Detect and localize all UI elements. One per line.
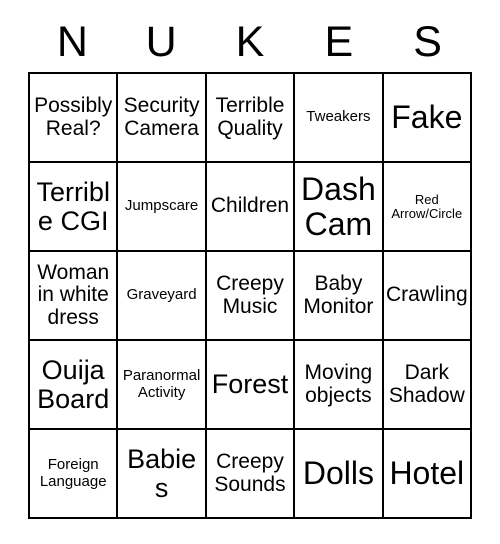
bingo-grid: Possibly Real? Security Camera Terrible … bbox=[28, 72, 472, 519]
bingo-cell[interactable]: Woman in white dress bbox=[30, 252, 119, 341]
bingo-cell-label: Terrible CGI bbox=[36, 176, 110, 236]
bingo-cell-label: Graveyard bbox=[126, 286, 197, 304]
bingo-cell[interactable]: Fake bbox=[383, 74, 472, 163]
bingo-cell[interactable]: Terrible Quality bbox=[206, 74, 296, 163]
bingo-cell-label: Red Arrow/Circle bbox=[391, 191, 463, 221]
bingo-cell-label: Fake bbox=[391, 99, 463, 136]
bingo-cell[interactable]: Dolls bbox=[295, 430, 384, 519]
bingo-cell[interactable]: Jumpscare bbox=[118, 163, 207, 252]
bingo-cell[interactable]: Paranormal Activity bbox=[118, 341, 207, 430]
bingo-cell[interactable]: Tweakers bbox=[295, 74, 384, 163]
bingo-cell[interactable]: Hotel bbox=[383, 430, 472, 519]
bingo-cell-label: Tweakers bbox=[306, 108, 371, 126]
bingo-cell[interactable]: Children bbox=[206, 163, 296, 252]
bingo-cell-label: Baby Monitor bbox=[303, 272, 374, 318]
bingo-cell-label: Paranormal Activity bbox=[122, 367, 201, 401]
bingo-header-row: N U K E S bbox=[28, 14, 472, 72]
bingo-cell[interactable]: Forest bbox=[206, 341, 296, 430]
bingo-cell[interactable]: Creepy Sounds bbox=[206, 430, 296, 519]
bingo-cell-label: Dark Shadow bbox=[388, 361, 465, 407]
bingo-cell-label: Possibly Real? bbox=[34, 94, 113, 140]
bingo-cell[interactable]: Creepy Music bbox=[206, 252, 296, 341]
bingo-cell[interactable]: Dash Cam bbox=[295, 163, 384, 252]
bingo-cell[interactable]: Baby Monitor bbox=[295, 252, 384, 341]
bingo-cell[interactable]: Babies bbox=[118, 430, 207, 519]
bingo-cell-label: Dash Cam bbox=[301, 171, 376, 242]
bingo-cell[interactable]: Crawling bbox=[383, 252, 472, 341]
bingo-cell-label: Creepy Music bbox=[216, 272, 284, 318]
bingo-header-letter-5: S bbox=[413, 17, 442, 66]
bingo-cell[interactable]: Possibly Real? bbox=[30, 74, 119, 163]
bingo-cell[interactable]: Red Arrow/Circle bbox=[383, 163, 472, 252]
bingo-cell-label: Crawling bbox=[385, 283, 468, 307]
bingo-cell-label: Moving objects bbox=[304, 361, 373, 407]
bingo-cell[interactable]: Security Camera bbox=[118, 74, 207, 163]
bingo-cell[interactable]: Ouija Board bbox=[30, 341, 119, 430]
bingo-cell-label: Jumpscare bbox=[124, 197, 199, 215]
bingo-cell-label: Ouija Board bbox=[37, 354, 110, 414]
bingo-cell-label: Terrible Quality bbox=[215, 94, 285, 140]
bingo-cell-label: Babies bbox=[127, 443, 197, 503]
bingo-cell-label: Foreign Language bbox=[39, 456, 107, 490]
bingo-header-letter-4: E bbox=[324, 17, 354, 66]
bingo-header-letter-2: U bbox=[145, 17, 177, 66]
bingo-cell-label: Security Camera bbox=[123, 94, 200, 140]
bingo-card: N U K E S Possibly Real? Security Camera… bbox=[28, 14, 472, 519]
bingo-cell-label: Children bbox=[210, 194, 290, 218]
bingo-cell-label: Woman in white dress bbox=[37, 260, 110, 329]
bingo-header-letter-3: K bbox=[235, 17, 265, 66]
bingo-cell[interactable]: Dark Shadow bbox=[383, 341, 472, 430]
bingo-cell[interactable]: Terrible CGI bbox=[30, 163, 119, 252]
bingo-cell[interactable]: Moving objects bbox=[295, 341, 384, 430]
bingo-header-letter-1: N bbox=[56, 17, 88, 66]
bingo-cell-label: Dolls bbox=[302, 455, 374, 492]
bingo-cell[interactable]: Foreign Language bbox=[30, 430, 119, 519]
bingo-cell-label: Creepy Sounds bbox=[214, 450, 286, 496]
bingo-cell[interactable]: Graveyard bbox=[118, 252, 207, 341]
bingo-cell-label: Hotel bbox=[389, 455, 465, 492]
bingo-cell-label: Forest bbox=[211, 369, 289, 400]
